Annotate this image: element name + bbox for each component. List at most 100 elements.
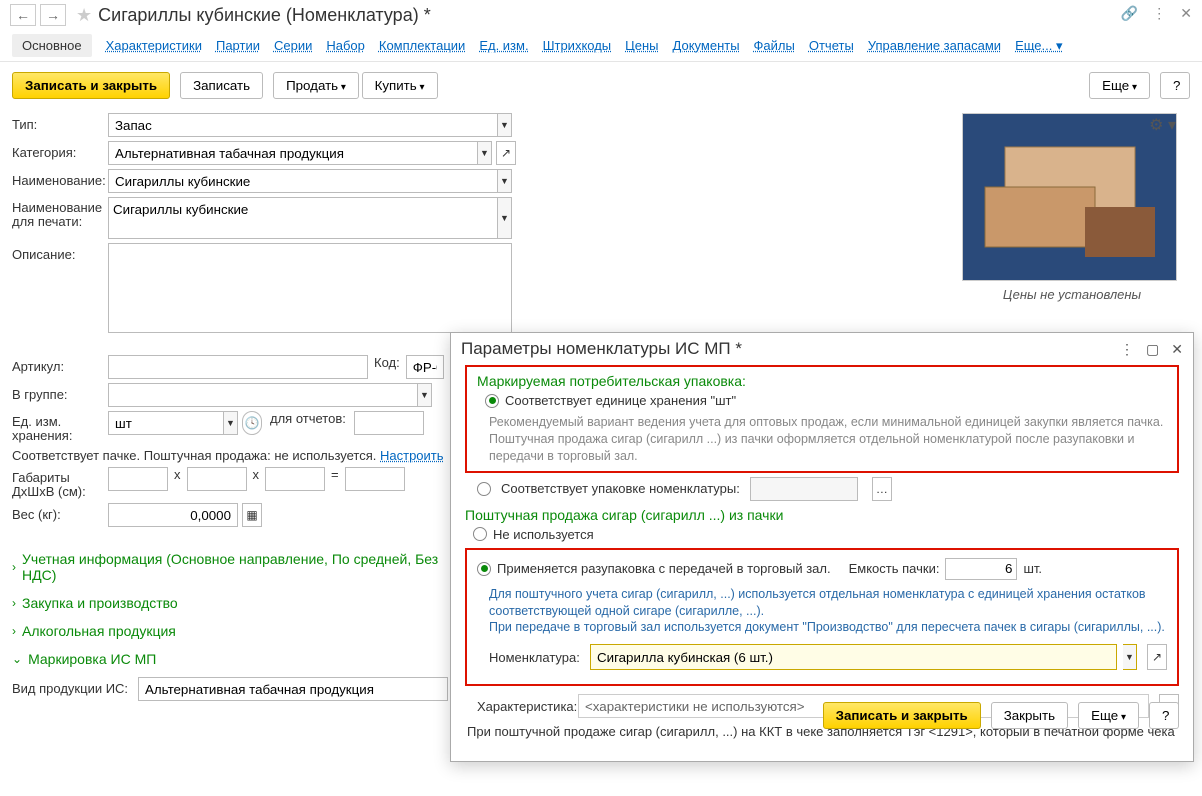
tab-reports[interactable]: Отчеты <box>809 38 854 53</box>
close-icon[interactable]: ✕ <box>1180 5 1192 22</box>
tab-documents[interactable]: Документы <box>673 38 740 53</box>
desc-1: Рекомендуемый вариант ведения учета для … <box>489 414 1167 465</box>
tab-set[interactable]: Набор <box>326 38 365 53</box>
tab-units[interactable]: Ед. изм. <box>479 38 528 53</box>
dim-total-input[interactable] <box>345 467 405 491</box>
reports-unit-input[interactable] <box>354 411 424 435</box>
category-input[interactable] <box>108 141 478 165</box>
star-icon[interactable]: ★ <box>76 5 92 26</box>
print-name-label: Наименование для печати: <box>12 197 108 230</box>
nom-dropdown-icon[interactable]: ▼ <box>1123 644 1137 670</box>
tab-barcodes[interactable]: Штрихкоды <box>543 38 612 53</box>
desc-2b: При передаче в торговый зал используется… <box>489 619 1167 636</box>
pack-note: Соответствует пачке. Поштучная продажа: … <box>12 448 444 463</box>
print-name-input[interactable] <box>108 197 498 239</box>
radio-unpacking[interactable] <box>477 562 491 576</box>
back-button[interactable]: ← <box>10 4 36 26</box>
code-input[interactable] <box>406 355 444 379</box>
dlg-close-button[interactable]: Закрыть <box>991 702 1068 729</box>
tab-prices[interactable]: Цены <box>625 38 658 53</box>
group-label: В группе: <box>12 383 108 402</box>
dlg-heading-1: Маркируемая потребительская упаковка: <box>477 373 1167 389</box>
dim-w-input[interactable] <box>187 467 247 491</box>
dialog-maximize-icon[interactable]: ▢ <box>1146 341 1159 358</box>
pack-unit-select-icon[interactable]: … <box>872 477 892 501</box>
unit-input[interactable] <box>108 411 224 435</box>
price-note: Цены не установлены <box>962 287 1182 302</box>
char-label: Характеристика: <box>477 699 572 714</box>
radio-unpacking-label: Применяется разупаковка с передачей в то… <box>497 561 831 576</box>
category-dropdown-icon[interactable]: ▼ <box>478 141 492 165</box>
radio-not-used-label: Не используется <box>493 527 594 542</box>
desc-2a: Для поштучного учета сигар (сигарилл, ..… <box>489 586 1167 620</box>
type-label: Тип: <box>12 113 108 132</box>
dialog-close-icon[interactable]: ✕ <box>1171 341 1183 358</box>
history-icon[interactable]: 🕓 <box>242 411 262 435</box>
help-button[interactable]: ? <box>1160 72 1190 99</box>
sell-button[interactable]: Продать <box>273 72 359 99</box>
nom-label: Номенклатура: <box>489 650 584 665</box>
capacity-unit: шт. <box>1023 561 1042 576</box>
capacity-label: Емкость пачки: <box>849 561 940 576</box>
group-input[interactable] <box>108 383 418 407</box>
dims-label: Габариты ДхШхВ (см): <box>12 467 108 500</box>
tab-parties[interactable]: Партии <box>216 38 260 53</box>
radio-unit-pack[interactable] <box>477 482 491 496</box>
name-label: Наименование: <box>12 169 108 188</box>
dim-d-input[interactable] <box>108 467 168 491</box>
radio-not-used[interactable] <box>473 527 487 541</box>
dlg-heading-2: Поштучная продажа сигар (сигарилл ...) и… <box>465 507 1179 523</box>
tab-main[interactable]: Основное <box>12 34 92 57</box>
buy-button[interactable]: Купить <box>362 72 438 99</box>
tab-files[interactable]: Файлы <box>754 38 795 53</box>
dialog-is-mp: Параметры номенклатуры ИС МП * ⋮ ▢ ✕ Мар… <box>450 332 1194 762</box>
weight-label: Вес (кг): <box>12 503 108 522</box>
name-dropdown-icon[interactable]: ▼ <box>498 169 512 193</box>
weight-calc-icon[interactable]: ▦ <box>242 503 262 527</box>
tab-series[interactable]: Серии <box>274 38 312 53</box>
type-dropdown-icon[interactable]: ▼ <box>498 113 512 137</box>
radio-unit-pack-label: Соответствует упаковке номенклатуры: <box>501 481 740 496</box>
gear-icon[interactable]: ⚙ ▾ <box>1149 115 1176 135</box>
radio-unit-sht-label: Соответствует единице хранения "шт" <box>505 393 736 408</box>
radio-unit-sht[interactable] <box>485 394 499 408</box>
nom-open-icon[interactable]: ↗ <box>1147 644 1167 670</box>
description-label: Описание: <box>12 243 108 262</box>
name-input[interactable] <box>108 169 498 193</box>
pack-unit-input[interactable] <box>750 477 858 501</box>
window-title: Сигариллы кубинские (Номенклатура) * <box>98 5 431 26</box>
description-input[interactable] <box>108 243 512 333</box>
dlg-more-button[interactable]: Еще <box>1078 702 1139 729</box>
more-button[interactable]: Еще <box>1089 72 1150 99</box>
dlg-save-close-button[interactable]: Записать и закрыть <box>823 702 981 729</box>
forward-button[interactable]: → <box>40 4 66 26</box>
group-dropdown-icon[interactable]: ▼ <box>418 383 432 407</box>
is-type-input[interactable] <box>138 677 448 701</box>
configure-link[interactable]: Настроить <box>380 448 444 463</box>
tab-stock[interactable]: Управление запасами <box>868 38 1001 53</box>
dlg-help-button[interactable]: ? <box>1149 702 1179 729</box>
category-open-icon[interactable]: ↗ <box>496 141 516 165</box>
print-name-dropdown-icon[interactable]: ▼ <box>498 197 512 239</box>
dialog-kebab-icon[interactable]: ⋮ <box>1120 341 1134 358</box>
save-button[interactable]: Записать <box>180 72 263 99</box>
kebab-icon[interactable]: ⋮ <box>1152 5 1166 22</box>
link-icon[interactable]: 🔗 <box>1121 5 1138 22</box>
unit-dropdown-icon[interactable]: ▼ <box>224 411 238 435</box>
article-input[interactable] <box>108 355 368 379</box>
tab-complect[interactable]: Комплектации <box>379 38 465 53</box>
category-label: Категория: <box>12 141 108 160</box>
dim-h-input[interactable] <box>265 467 325 491</box>
tab-characteristics[interactable]: Характеристики <box>106 38 202 53</box>
product-image[interactable] <box>962 113 1177 281</box>
weight-input[interactable] <box>108 503 238 527</box>
capacity-input[interactable] <box>945 558 1017 580</box>
code-label: Код: <box>374 355 400 370</box>
tab-more[interactable]: Еще... ▾ <box>1015 38 1062 54</box>
unit-label: Ед. изм. хранения: <box>12 411 108 444</box>
type-input[interactable] <box>108 113 498 137</box>
nom-input[interactable] <box>590 644 1117 670</box>
nav-tabs: Основное Характеристики Партии Серии Наб… <box>0 30 1202 62</box>
save-close-button[interactable]: Записать и закрыть <box>12 72 170 99</box>
is-type-label: Вид продукции ИС: <box>12 677 138 696</box>
